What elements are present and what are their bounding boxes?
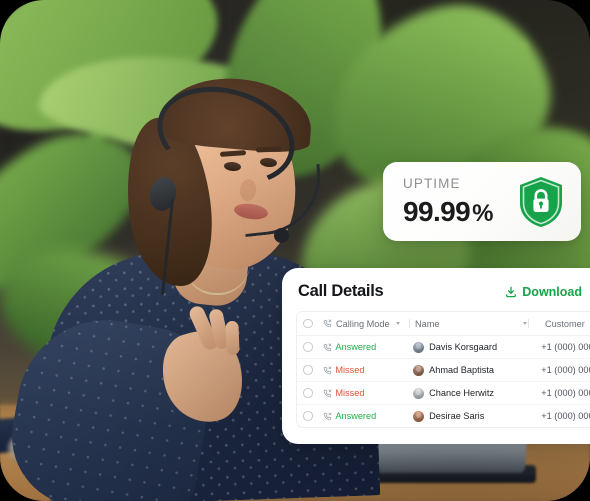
contact-name: Chance Herwitz [429,388,494,398]
contact-name: Davis Korsgaard [429,342,498,352]
cell-name: Ahmad Baptista [413,364,523,376]
cell-name: Davis Korsgaard [413,341,523,353]
call-type-icon-header [319,319,336,328]
row-checkbox[interactable] [303,342,313,352]
status-badge: Answered [335,411,377,421]
contact-name: Desirae Saris [429,411,485,421]
shield-wrap [518,176,581,228]
row-call-icon-cell [319,343,336,352]
avatar [413,410,425,422]
row-checkbox[interactable] [303,388,313,398]
chevron-down-icon[interactable] [523,322,527,325]
row-call-icon-cell [319,389,336,398]
column-header-customer-label: Customer [545,318,585,329]
column-header-calling-mode[interactable]: Calling Mode [336,319,408,329]
column-header-customer: Customer [534,319,590,329]
cell-divider [407,412,408,421]
avatar [413,364,425,376]
status-badge: Missed [335,388,365,398]
hero-image: UPTIME 99.99% Call Details Download Call… [0,0,590,501]
cell-customer: +1 (000) 000-000 [530,411,590,421]
phone-call-icon [323,389,331,397]
table-row[interactable]: Missed Ahmad Baptista +1 (000) 000-000 [297,359,590,382]
cell-divider [524,343,525,352]
download-button[interactable]: Download [505,285,590,299]
cell-customer: +1 (000) 000-000 [530,388,590,398]
uptime-card: UPTIME 99.99% [383,162,581,241]
table-row[interactable]: Answered Desirae Saris +1 (000) 000-000 [297,405,590,427]
cell-name: Chance Herwitz [413,387,523,399]
cell-divider [524,389,525,398]
status-badge: Answered [335,342,377,352]
call-details-header: Call Details Download [282,268,590,311]
phone-call-icon [323,366,331,374]
contact-name: Ahmad Baptista [429,365,495,375]
phone-call-icon [323,319,332,328]
row-call-icon-cell [319,412,336,421]
cell-divider [407,343,408,352]
column-divider [528,319,529,328]
cell-divider [524,366,525,375]
call-details-card: Call Details Download Calling Mode Name … [282,268,590,444]
cell-calling-mode: Answered [335,411,406,421]
shield-lock-icon [520,176,562,227]
table-row[interactable]: Missed Chance Herwitz +1 (000) 000-000 [297,382,590,405]
cell-calling-mode: Missed [335,365,406,375]
column-header-name[interactable]: Name [415,319,527,329]
cell-divider [524,412,525,421]
download-label: Download [522,284,582,299]
download-icon [506,286,517,297]
avatar [413,387,425,399]
column-divider [409,319,410,328]
phone-call-icon [323,412,331,420]
status-badge: Missed [335,365,365,375]
uptime-value-group: 99.99% [403,195,518,227]
row-select-cell[interactable] [297,342,319,352]
customer-phone: +1 (000) 000-000 [541,388,590,398]
column-header-calling-mode-label: Calling Mode [336,318,390,329]
row-select-cell[interactable] [297,388,319,398]
finger [225,320,240,356]
uptime-label: UPTIME [403,176,461,192]
uptime-unit: % [472,199,493,227]
call-details-table: Calling Mode Name Customer Answered Davi… [296,311,590,428]
phone-call-icon [323,343,331,351]
cell-customer: +1 (000) 000-000 [530,365,590,375]
column-header-name-label: Name [415,318,440,329]
page-title: Call Details [298,282,384,300]
table-row[interactable]: Answered Davis Korsgaard +1 (000) 000-00… [297,336,590,359]
uptime-text-group: UPTIME 99.99% [383,177,518,226]
cell-name: Desirae Saris [413,410,523,422]
cell-divider [407,389,408,398]
row-checkbox[interactable] [303,411,313,421]
row-checkbox[interactable] [303,365,313,375]
customer-phone: +1 (000) 000-000 [541,342,590,352]
customer-phone: +1 (000) 000-000 [541,411,590,421]
select-all-checkbox[interactable] [303,318,313,329]
row-call-icon-cell [319,366,336,375]
cell-calling-mode: Answered [335,342,406,352]
cell-customer: +1 (000) 000-000 [530,342,590,352]
row-select-cell[interactable] [297,365,319,375]
cell-calling-mode: Missed [335,388,406,398]
customer-phone: +1 (000) 000-000 [541,365,590,375]
cell-divider [407,366,408,375]
headset-mic-arm [238,163,327,238]
headset-mic-tip [274,228,289,243]
uptime-value: 99.99 [403,195,471,227]
row-select-cell[interactable] [297,411,319,421]
select-all-cell[interactable] [297,318,319,329]
chevron-down-icon[interactable] [395,322,400,325]
avatar [413,341,425,353]
table-header-row: Calling Mode Name Customer [297,312,590,336]
